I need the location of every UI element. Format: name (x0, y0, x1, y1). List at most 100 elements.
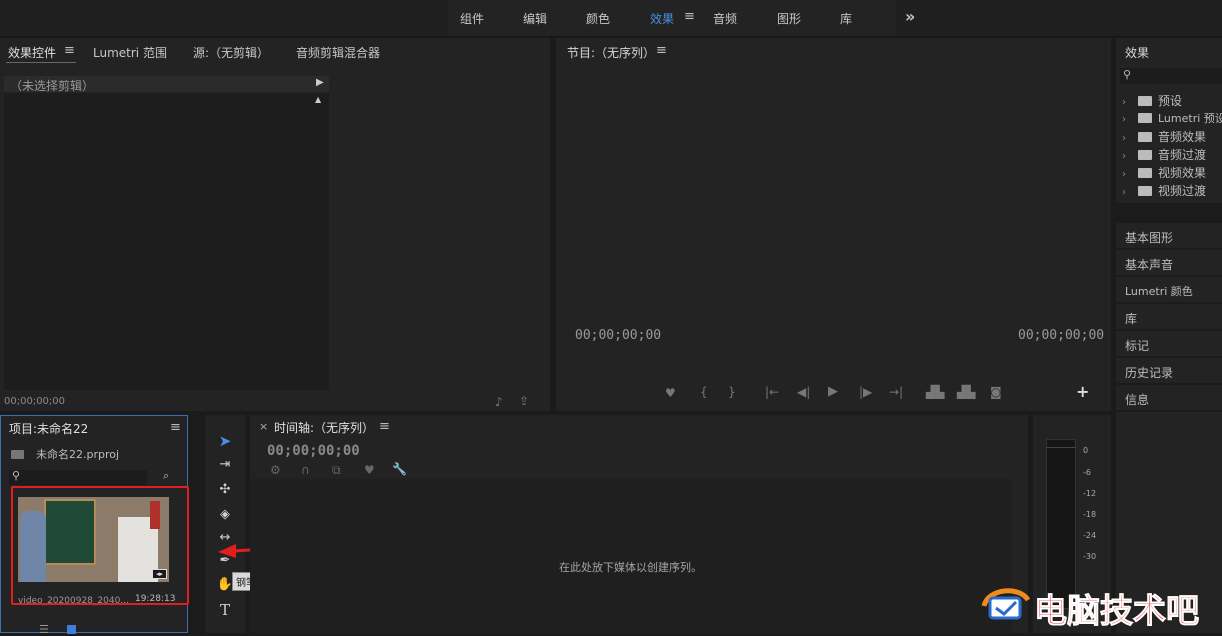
folder-icon (1138, 150, 1152, 160)
workspace-tab-editing[interactable]: 编辑 (523, 10, 547, 27)
play-icon[interactable]: ▶ (828, 384, 838, 399)
chevron-right-icon: › (1122, 114, 1126, 125)
ripple-edit-tool[interactable]: ✣ (214, 480, 236, 500)
find-icon[interactable]: ⌕ (163, 469, 169, 483)
project-title: 项目:未命名22 (9, 422, 89, 436)
effects-item-label: 音频效果 (1158, 130, 1207, 144)
snap-icon[interactable]: ∩ (301, 463, 310, 477)
folder-icon (1138, 168, 1152, 178)
panel-label: Lumetri 颜色 (1125, 285, 1193, 298)
chevron-right-icon: › (1122, 97, 1126, 108)
type-tool[interactable]: T (214, 600, 236, 620)
workspace-tab-audio[interactable]: 音频 (713, 10, 737, 27)
effects-item-video-transitions[interactable]: › 视频过渡 (1122, 182, 1206, 199)
workspace-tab-effects[interactable]: 效果 (650, 10, 674, 27)
panel-history[interactable]: 历史记录 (1116, 357, 1222, 383)
step-forward-icon[interactable]: |▶ (859, 385, 872, 399)
go-to-in-icon[interactable]: |← (765, 385, 779, 399)
watermark-text: 电脑技术吧 (1034, 591, 1200, 631)
workspace-tab-libraries[interactable]: 库 (840, 10, 852, 27)
nest-icon[interactable]: ⚙ (270, 463, 281, 477)
watermark: 电脑技术吧 (980, 582, 1220, 631)
meter-label-30: -30 (1083, 552, 1097, 561)
export-icon[interactable]: ⇪ (519, 394, 529, 408)
mark-in-icon[interactable]: { (700, 385, 708, 399)
panel-label: 标记 (1125, 339, 1150, 353)
chevron-right-icon: › (1122, 151, 1126, 162)
workspace-tab-components[interactable]: 组件 (460, 10, 484, 27)
project-menu-icon[interactable]: ≡ (170, 420, 181, 435)
filter-icon[interactable]: ♪ (495, 395, 503, 409)
panel-label: 信息 (1125, 393, 1150, 407)
effects-item-lumetri-presets[interactable]: › Lumetri 预设 (1122, 110, 1222, 126)
program-timecode-right: 00;00;00;00 (1018, 328, 1105, 343)
workspace-tab-color[interactable]: 颜色 (586, 10, 610, 27)
panel-lumetri-color[interactable]: Lumetri 颜色 (1116, 276, 1222, 302)
panel-libraries[interactable]: 库 (1116, 303, 1222, 329)
effects-item-presets[interactable]: › 预设 (1122, 92, 1182, 109)
button-editor-icon[interactable]: + (1076, 382, 1089, 401)
workspace-tab-graphics[interactable]: 图形 (777, 10, 801, 27)
folder-icon (1138, 132, 1152, 142)
timeline-track-area[interactable] (250, 479, 1012, 633)
selection-tool[interactable]: ➤ (214, 431, 236, 451)
tab-effect-controls[interactable]: 效果控件 (8, 44, 56, 61)
timeline-panel: × 时间轴:（无序列） ≡ 00;00;00;00 ⚙ ∩ ⧉ ♥ 🔧 在此处放… (250, 415, 1028, 633)
wrench-icon[interactable]: 🔧 (392, 462, 407, 476)
workspace-bar: 组件 编辑 颜色 效果 ≡ 音频 图形 库 » (0, 0, 1222, 37)
tab-lumetri-scopes[interactable]: Lumetri 范围 (93, 44, 167, 61)
effects-item-audio-transitions[interactable]: › 音频过渡 (1122, 146, 1206, 163)
play-only-icon[interactable]: ▶ (316, 77, 324, 88)
effect-controls-panel: 效果控件 ≡ Lumetri 范围 源:（无剪辑） 音频剪辑混合器 （未选择剪辑… (0, 38, 550, 411)
export-frame-icon[interactable]: ◙ (990, 385, 1002, 399)
effect-controls-timecode: 00;00;00;00 (4, 396, 66, 407)
effects-item-label: 视频过渡 (1158, 184, 1207, 198)
clip-header-row: （未选择剪辑） ▶ (4, 76, 329, 93)
track-select-tool[interactable]: ⇥ (214, 455, 236, 475)
chevron-right-icon: › (1122, 169, 1126, 180)
panel-label: 历史记录 (1125, 366, 1174, 380)
panel-essential-graphics[interactable]: 基本图形 (1116, 222, 1222, 248)
razor-tool[interactable]: ◈ (214, 505, 236, 525)
effect-controls-menu-icon[interactable]: ≡ (64, 43, 75, 58)
panel-essential-sound[interactable]: 基本声音 (1116, 249, 1222, 275)
meter-peak (1046, 439, 1076, 448)
folder-icon (1138, 96, 1152, 106)
effects-item-label: 预设 (1158, 94, 1183, 108)
go-to-out-icon[interactable]: →| (889, 385, 903, 399)
panel-info[interactable]: 信息 (1116, 384, 1222, 410)
project-search-input[interactable]: ⚲ (9, 469, 147, 485)
workspace-more-button[interactable]: » (905, 7, 915, 26)
list-view-icon[interactable]: ☰ (39, 623, 49, 636)
timeline-menu-icon[interactable]: ≡ (379, 419, 390, 434)
mark-out-icon[interactable]: } (728, 385, 736, 399)
meter-label-6: -6 (1083, 468, 1091, 477)
overwrite-icon[interactable]: ▟▙ (957, 385, 975, 399)
insert-icon[interactable]: ▟▙ (926, 385, 944, 399)
timeline-timecode: 00;00;00;00 (267, 443, 360, 459)
search-icon: ⚲ (1123, 68, 1132, 81)
add-marker-icon[interactable]: ♥ (665, 386, 676, 400)
tab-audio-clip-mixer[interactable]: 音频剪辑混合器 (296, 44, 380, 61)
effects-item-label: 视频效果 (1158, 166, 1207, 180)
workspace-menu-icon[interactable]: ≡ (684, 9, 695, 24)
timeline-close-button[interactable]: × (259, 420, 268, 433)
tab-source[interactable]: 源:（无剪辑） (193, 44, 269, 61)
folder-icon (1138, 186, 1152, 196)
step-back-icon[interactable]: ◀| (797, 385, 810, 399)
effects-item-audio-effects[interactable]: › 音频效果 (1122, 128, 1206, 145)
meter-label-12: -12 (1083, 489, 1097, 498)
program-menu-icon[interactable]: ≡ (656, 43, 667, 58)
timeline-drop-hint: 在此处放下媒体以创建序列。 (559, 561, 702, 574)
scroll-up-icon[interactable]: ▲ (315, 95, 321, 104)
panel-markers[interactable]: 标记 (1116, 330, 1222, 356)
add-marker-icon[interactable]: ♥ (364, 463, 375, 477)
meter-label-24: -24 (1083, 531, 1097, 540)
panel-label: 库 (1125, 312, 1138, 326)
meter-label-0: 0 (1083, 446, 1089, 455)
project-file-icon (11, 450, 24, 459)
linked-selection-icon[interactable]: ⧉ (332, 463, 341, 478)
effects-item-video-effects[interactable]: › 视频效果 (1122, 164, 1206, 181)
timeline-title: 时间轴:（无序列） (274, 421, 375, 435)
effects-search-input[interactable]: ⚲ (1120, 68, 1222, 84)
